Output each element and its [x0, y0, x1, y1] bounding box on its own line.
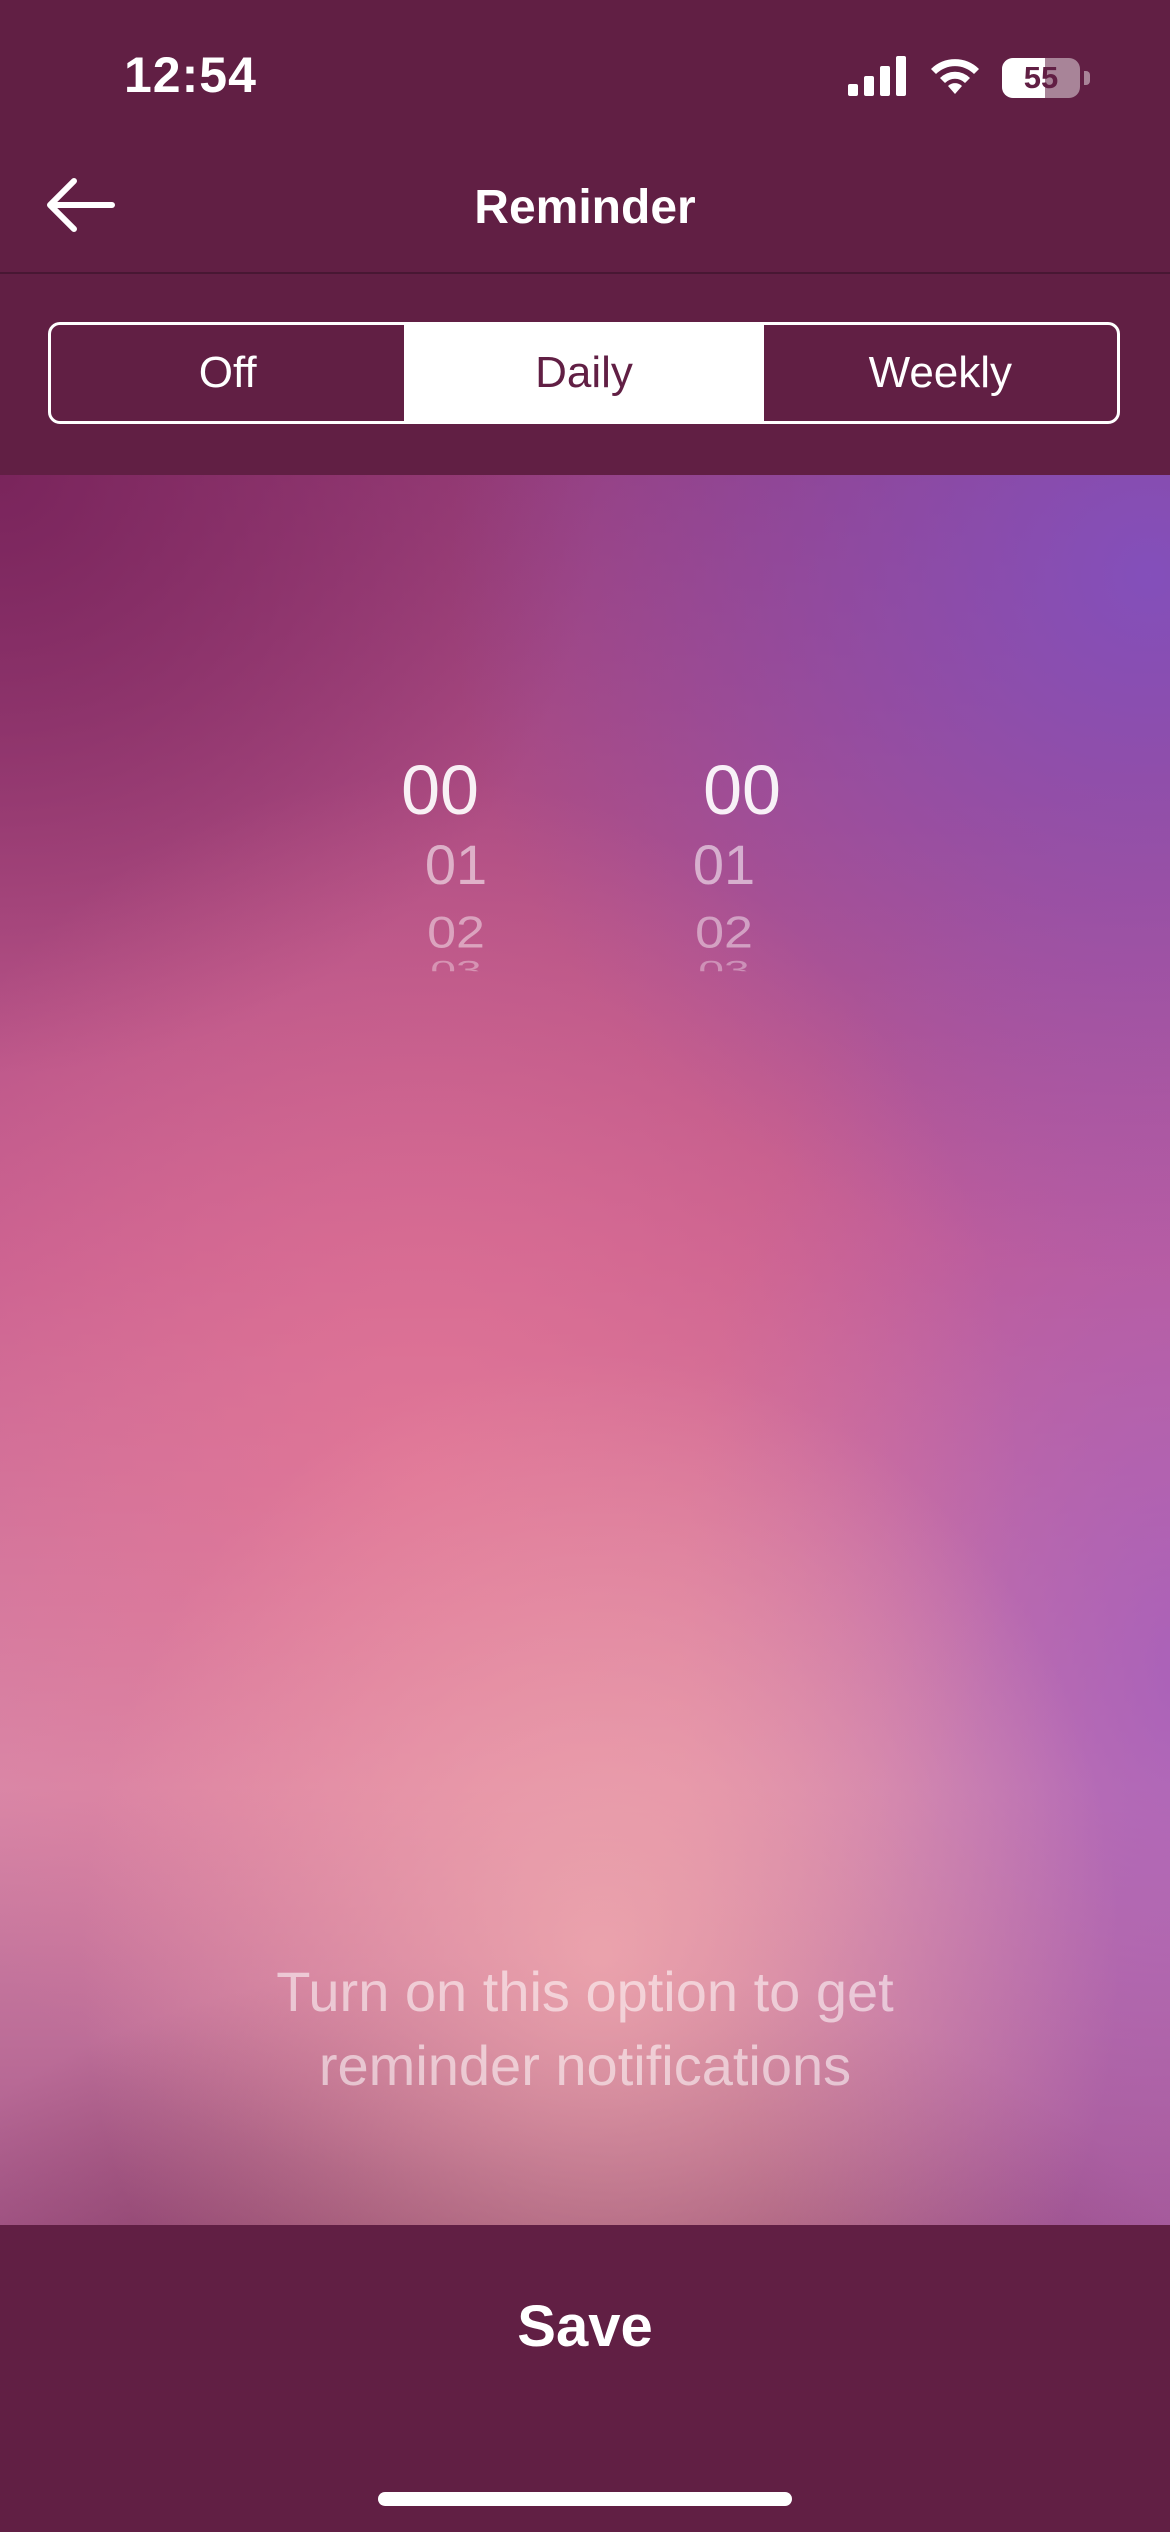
battery-icon: 55 [1002, 58, 1080, 98]
reminder-screen: 12:54 55 Reminder Off Daily Weekly 00 01… [0, 0, 1170, 2532]
hour-option[interactable]: 01 [330, 837, 550, 903]
home-indicator [378, 2492, 792, 2506]
minute-option[interactable]: 01 [632, 837, 852, 903]
page-title: Reminder [474, 181, 696, 234]
reminder-hint: Turn on this option to get reminder noti… [0, 1955, 1170, 2103]
reminder-content: 00 01 02 03 00 01 02 03 Turn on this opt… [0, 475, 1170, 2225]
battery-level: 55 [1023, 60, 1059, 95]
hour-option[interactable]: 02 [330, 911, 550, 955]
segment-off[interactable]: Off [51, 325, 404, 421]
minute-selected[interactable]: 00 [632, 755, 852, 835]
navigation-bar: Reminder [0, 150, 1170, 274]
save-footer: Save [0, 2225, 1170, 2532]
hint-line-2: reminder notifications [318, 2034, 852, 2097]
battery-cap [1084, 71, 1090, 85]
hour-wheel[interactable]: 00 01 02 03 [330, 755, 550, 983]
save-button[interactable]: Save [385, 2271, 785, 2381]
status-time: 12:54 [124, 47, 257, 103]
segment-weekly[interactable]: Weekly [760, 325, 1117, 421]
minute-option[interactable]: 03 [632, 957, 852, 971]
hint-line-1: Turn on this option to get [276, 1960, 894, 2023]
frequency-segmented-control: Off Daily Weekly [48, 322, 1120, 424]
hour-selected[interactable]: 00 [330, 755, 550, 835]
cellular-signal-icon [848, 55, 908, 101]
minute-option[interactable]: 02 [632, 911, 852, 955]
status-icons: 55 [848, 55, 1090, 101]
hour-option[interactable]: 03 [330, 957, 550, 971]
minute-wheel[interactable]: 00 01 02 03 [632, 755, 852, 983]
status-bar: 12:54 55 [0, 0, 1170, 150]
wifi-icon [928, 56, 982, 101]
segment-daily[interactable]: Daily [404, 325, 761, 421]
